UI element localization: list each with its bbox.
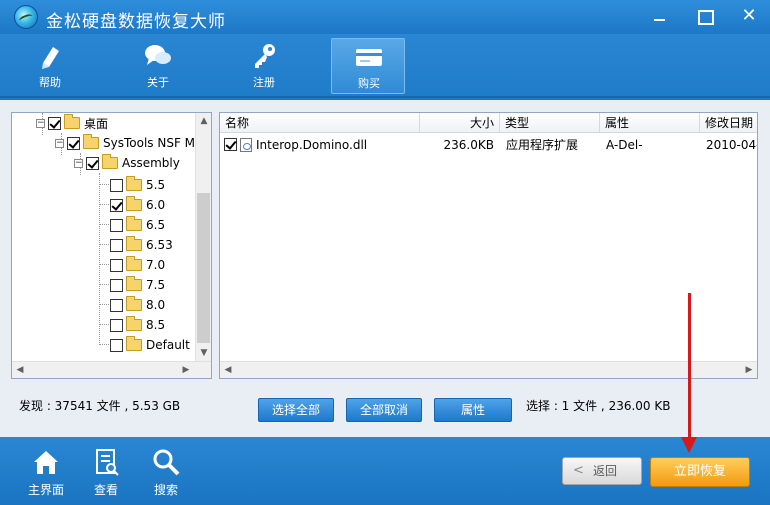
tree-checkbox[interactable] (110, 338, 123, 352)
tree-item-assembly[interactable]: − Assembly (74, 153, 180, 173)
folder-icon (83, 134, 99, 149)
tree-checkbox[interactable] (110, 318, 123, 332)
register-button[interactable]: 注册 (227, 38, 301, 94)
toolbar: 帮助 关于 注册 购买 (0, 34, 770, 98)
file-list-header: 名称 大小 类型 属性 修改日期 (220, 113, 757, 133)
main-panel: − 桌面 − SysTools NSF M − Assembly 5.5 6.0 (0, 100, 770, 437)
tree-item-8-0[interactable]: 8.0 (110, 295, 165, 315)
tree-checkbox[interactable] (110, 298, 123, 312)
minimize-button[interactable] (640, 2, 678, 30)
tree-vertical-scrollbar[interactable]: ▲ ▼ (195, 113, 211, 361)
folder-icon (126, 176, 142, 191)
tree-item-systools[interactable]: − SysTools NSF M (55, 133, 195, 153)
chevron-left-icon: < (573, 463, 584, 478)
tree-checkbox[interactable] (110, 258, 123, 272)
scroll-up-icon[interactable]: ▲ (196, 113, 211, 129)
annotation-arrow-head (681, 437, 697, 453)
collapse-icon[interactable]: − (55, 138, 64, 148)
tree-checkbox[interactable] (110, 238, 123, 252)
buy-button[interactable]: 购买 (331, 38, 405, 94)
view-button[interactable]: 查看 (81, 445, 131, 501)
column-modified-date[interactable]: 修改日期 (700, 113, 757, 133)
maximize-button[interactable] (685, 2, 723, 30)
search-button[interactable]: 搜索 (141, 445, 191, 501)
tree-item-6-53[interactable]: 6.53 (110, 235, 173, 255)
folder-icon (126, 236, 142, 251)
tree-checkbox[interactable] (110, 278, 123, 292)
title-bar: 金松硬盘数据恢复大师 ✕ (0, 0, 770, 34)
home-icon (34, 451, 58, 474)
tree-checkbox[interactable] (86, 156, 99, 170)
scroll-down-icon[interactable]: ▼ (196, 345, 211, 361)
tree-item-5-5[interactable]: 5.5 (110, 175, 165, 195)
app-title: 金松硬盘数据恢复大师 (46, 12, 226, 32)
tree-checkbox[interactable] (110, 218, 123, 232)
tree-item-7-5[interactable]: 7.5 (110, 275, 165, 295)
dll-file-icon (240, 138, 252, 152)
folder-icon (126, 276, 142, 291)
row-checkbox[interactable] (224, 138, 237, 151)
chat-icon (145, 45, 171, 65)
tree-item-6-0[interactable]: 6.0 (110, 195, 165, 215)
folder-icon (126, 216, 142, 231)
properties-button[interactable]: 属性 (434, 398, 512, 422)
folder-icon (126, 196, 142, 211)
tree-item-6-5[interactable]: 6.5 (110, 215, 165, 235)
folder-icon (126, 296, 142, 311)
column-attribute[interactable]: 属性 (600, 113, 700, 133)
column-type[interactable]: 类型 (500, 113, 600, 133)
folder-tree: − 桌面 − SysTools NSF M − Assembly 5.5 6.0 (11, 112, 212, 379)
table-row[interactable]: Interop.Domino.dll 236.0KB 应用程序扩展 A-Del-… (220, 135, 757, 155)
tree-checkbox[interactable] (67, 136, 80, 150)
found-status: 发现 : 37541 文件 , 5.53 GB (19, 399, 181, 413)
app-logo-icon (14, 5, 38, 29)
selected-status: 选择 : 1 文件 , 236.00 KB (526, 399, 671, 413)
folder-icon (126, 336, 142, 351)
folder-icon (102, 154, 118, 169)
folder-icon (126, 316, 142, 331)
search-icon (153, 449, 180, 476)
tree-item-8-5[interactable]: 8.5 (110, 315, 165, 335)
pen-icon (42, 47, 59, 69)
tree-item-7-0[interactable]: 7.0 (110, 255, 165, 275)
folder-icon (64, 114, 80, 129)
collapse-icon[interactable]: − (74, 158, 83, 168)
close-button[interactable]: ✕ (730, 2, 768, 30)
file-list: 名称 大小 类型 属性 修改日期 Interop.Domino.dll 236.… (219, 112, 758, 379)
folder-icon (126, 256, 142, 271)
help-button[interactable]: 帮助 (13, 38, 87, 94)
back-button[interactable]: < 返回 (562, 457, 642, 485)
footer-bar: 主界面 查看 搜索 < 返回 立即恢复 (0, 437, 770, 505)
document-icon (96, 449, 119, 476)
column-name[interactable]: 名称 (220, 113, 420, 133)
key-icon (255, 44, 275, 68)
tree-checkbox[interactable] (110, 178, 123, 192)
deselect-all-button[interactable]: 全部取消 (346, 398, 422, 422)
about-button[interactable]: 关于 (121, 38, 195, 94)
scroll-left-icon[interactable]: ◀ (220, 362, 236, 378)
list-horizontal-scrollbar[interactable]: ◀ ▶ (220, 361, 757, 378)
tree-item-desktop[interactable]: − 桌面 (36, 113, 108, 133)
card-icon (356, 49, 382, 66)
scroll-right-icon[interactable]: ▶ (741, 362, 757, 378)
recover-now-button[interactable]: 立即恢复 (650, 457, 750, 487)
collapse-icon[interactable]: − (36, 118, 45, 128)
annotation-arrow (688, 293, 691, 441)
tree-horizontal-scrollbar[interactable]: ◀ ▶ (12, 361, 211, 378)
home-button[interactable]: 主界面 (21, 445, 71, 501)
select-all-button[interactable]: 选择全部 (258, 398, 334, 422)
tree-item-default[interactable]: Default (110, 335, 190, 355)
scroll-right-icon[interactable]: ▶ (178, 362, 194, 378)
tree-checkbox[interactable] (48, 116, 61, 130)
tree-checkbox[interactable] (110, 198, 123, 212)
scroll-thumb[interactable] (197, 193, 210, 343)
scroll-left-icon[interactable]: ◀ (12, 362, 28, 378)
column-size[interactable]: 大小 (420, 113, 500, 133)
